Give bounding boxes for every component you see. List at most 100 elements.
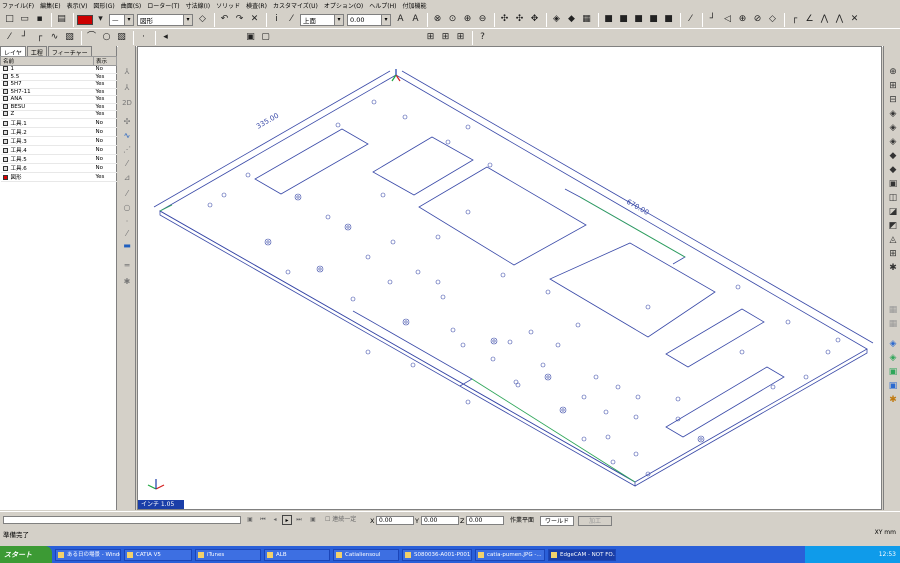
taskbar-task[interactable]: S080036-A001-P001 — [402, 548, 472, 561]
zigzag-line-icon[interactable]: ∿ — [48, 31, 61, 44]
skip-back-icon[interactable]: ⏮ — [258, 515, 268, 525]
layer-row[interactable]: 5H7 Yes — [0, 80, 117, 89]
menu-solid[interactable]: ソリッド — [216, 1, 240, 10]
zoom-window-icon[interactable]: ⊙ — [446, 13, 459, 26]
taskbar-task[interactable]: catia-pumen.JPG -... — [475, 548, 545, 561]
line-icon[interactable]: ⁄ — [3, 31, 16, 44]
polyline-icon[interactable]: ┘ — [18, 31, 31, 44]
menu-rotor[interactable]: ローター(T) — [147, 1, 179, 10]
2d-mode-icon[interactable]: 2D — [121, 98, 133, 109]
undo-icon[interactable]: ↶ — [218, 13, 231, 26]
xy-axis-icon[interactable]: ⅄ — [121, 66, 133, 77]
solid-op-11-icon[interactable]: ◪ — [887, 206, 899, 218]
text-style-icon[interactable]: A — [394, 13, 407, 26]
xy-plane-icon[interactable]: ⅄ — [121, 82, 133, 93]
layer-visible-cell[interactable]: No — [93, 65, 117, 74]
solid-op-1-icon[interactable]: ⊕ — [887, 66, 899, 78]
layer-tool-icon[interactable]: ▬ — [121, 240, 133, 251]
grid-snap-2-icon[interactable]: ⊞ — [439, 31, 452, 44]
menu-edit[interactable]: 編集(E) — [40, 1, 60, 10]
solid-op-7-icon[interactable]: ◆ — [887, 150, 899, 162]
help-icon[interactable]: ? — [476, 31, 489, 44]
layer-row[interactable]: BESU Yes — [0, 103, 117, 111]
snap-icon[interactable]: ⁄ — [684, 13, 697, 26]
menu-options[interactable]: オプション(O) — [324, 1, 363, 10]
column-name[interactable]: 名前 — [0, 56, 94, 66]
solid-op-10-icon[interactable]: ◫ — [887, 192, 899, 204]
snap-mid-icon[interactable]: ◁ — [721, 13, 734, 26]
layer-visible-cell[interactable]: Yes — [93, 73, 117, 81]
point-icon[interactable]: · — [137, 31, 150, 44]
spline-icon[interactable]: ⁄ — [121, 158, 133, 169]
layer-icon[interactable] — [2, 88, 8, 94]
offset-icon[interactable]: ⋰ — [121, 144, 133, 155]
view-top-icon[interactable]: ■ — [647, 13, 660, 26]
menu-view[interactable]: 表示(V) — [67, 1, 88, 10]
layer-icon[interactable] — [2, 129, 8, 135]
menu-surface[interactable]: 曲面(S) — [121, 1, 142, 10]
step-back-icon[interactable]: ◂ — [270, 515, 280, 525]
layer-visible-cell[interactable]: Yes — [93, 80, 117, 89]
layer-visible-cell[interactable]: No — [93, 127, 117, 137]
trim-icon[interactable]: ⊿ — [121, 172, 133, 183]
solid-op-9-icon[interactable]: ▣ — [887, 178, 899, 190]
taskbar-task[interactable]: CATIA V5 — [124, 548, 192, 561]
line-style-combo[interactable]: — ▾ — [109, 13, 134, 26]
layer-icon[interactable] — [2, 81, 8, 87]
layer-icon[interactable] — [2, 103, 8, 109]
layer-row[interactable]: 5H7-11 Yes — [0, 88, 117, 96]
layer-icon[interactable] — [2, 165, 8, 171]
hatch-2-icon[interactable]: ▧ — [115, 31, 128, 44]
curve-icon[interactable]: ∿ — [121, 130, 133, 141]
layer-row[interactable]: 図形 Yes — [0, 172, 117, 182]
solid-op-14-icon[interactable]: ⊞ — [887, 248, 899, 260]
layer-row[interactable]: 工具.2 No — [0, 127, 117, 137]
snap-point-icon[interactable]: ◇ — [766, 13, 779, 26]
zoom-fit-icon[interactable]: ⊗ — [431, 13, 444, 26]
skip-forward-icon[interactable]: ⏭ — [294, 515, 304, 525]
snap-angle-icon[interactable]: ∠ — [803, 13, 816, 26]
tab-process[interactable]: 工程 — [26, 46, 47, 57]
zoom-out-icon[interactable]: ⊖ — [476, 13, 489, 26]
machining-4-icon[interactable]: ▣ — [887, 380, 899, 392]
view-iso-icon[interactable]: ■ — [662, 13, 675, 26]
number-combo[interactable]: 0.00 ▾ — [347, 13, 391, 26]
layer-icon[interactable] — [2, 147, 8, 153]
axis-tool-icon[interactable]: ✣ — [121, 116, 133, 127]
menu-file[interactable]: ファイル(F) — [2, 1, 34, 10]
layer-row[interactable]: ANA Yes — [0, 95, 117, 104]
solid-op-4-icon[interactable]: ◈ — [887, 108, 899, 120]
redo-icon[interactable]: ↷ — [233, 13, 246, 26]
tab-layer[interactable]: レイヤ — [0, 46, 26, 57]
layer-visible-cell[interactable]: No — [93, 118, 117, 128]
menu-dimension[interactable]: 寸法線(I) — [186, 1, 210, 10]
arc-icon[interactable]: ⌒ — [85, 31, 98, 44]
color-swatch[interactable] — [77, 14, 93, 25]
dot-tool-icon[interactable]: · — [121, 216, 133, 227]
solid-op-13-icon[interactable]: ◬ — [887, 234, 899, 246]
view-combo[interactable]: 上面 ▾ — [300, 13, 344, 26]
machining-1-icon[interactable]: ◈ — [887, 338, 899, 350]
layer-visible-cell[interactable]: Yes — [93, 110, 117, 119]
delete-icon[interactable]: ✕ — [248, 13, 261, 26]
solid-op-6-icon[interactable]: ◈ — [887, 136, 899, 148]
snap-end-icon[interactable]: ┘ — [706, 13, 719, 26]
print-icon[interactable]: ▤ — [55, 13, 68, 26]
layer-row[interactable]: 工具.5 No — [0, 154, 117, 164]
tab-feature[interactable]: フィーチャー — [47, 46, 92, 57]
hatch-icon[interactable]: ▧ — [63, 31, 76, 44]
taskbar-task[interactable]: EdgeCAM - NOT FO... — [548, 548, 616, 561]
layer-icon[interactable] — [2, 96, 8, 102]
continuous-checkbox[interactable]: ☐ 連続一定 — [325, 515, 359, 525]
taskbar-task[interactable]: iTunes — [195, 548, 261, 561]
view-back-icon[interactable]: ■ — [617, 13, 630, 26]
solid-op-2-icon[interactable]: ⊞ — [887, 80, 899, 92]
layer-icon[interactable] — [2, 156, 8, 162]
window-icon[interactable]: ▢ — [259, 31, 272, 44]
layer-icon[interactable] — [2, 174, 8, 180]
slash-tool-icon[interactable]: ⁄ — [121, 228, 133, 239]
layer-visible-cell[interactable]: No — [93, 163, 117, 173]
layer-row[interactable]: Z Yes — [0, 110, 117, 119]
color-dropdown-icon[interactable]: ▾ — [94, 13, 107, 26]
corner-line-icon[interactable]: ┌ — [33, 31, 46, 44]
